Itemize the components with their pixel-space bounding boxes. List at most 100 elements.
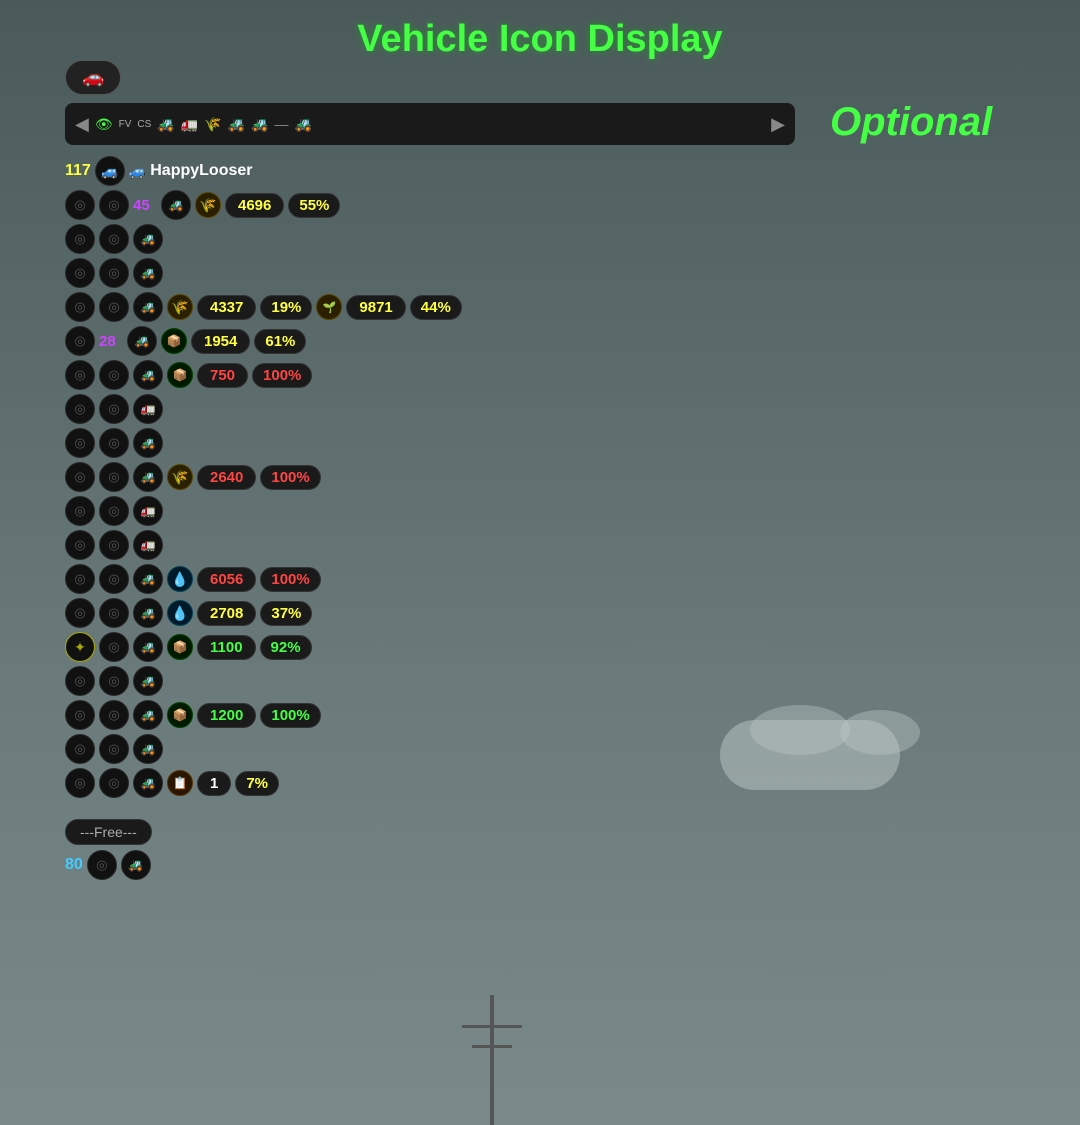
nav-next-arrow[interactable]: ▶ (771, 114, 785, 135)
nav-prev-arrow[interactable]: ◀ (75, 114, 89, 135)
row9-glyph2: ◎ (108, 469, 119, 485)
row3-glyph1: ◎ (74, 265, 85, 281)
row9-value: 2640 (197, 465, 256, 490)
row3-icon1: ◎ (65, 258, 95, 288)
row2-glyph3: 🚜 (141, 232, 156, 246)
row5-icon1: ◎ (65, 326, 95, 356)
row6-res-icon: 📦 (167, 362, 193, 388)
row16-percent: 100% (260, 703, 320, 728)
row10-glyph2: ◎ (108, 503, 119, 519)
row17-icon3: 🚜 (133, 734, 163, 764)
row12-icon1: ◎ (65, 564, 95, 594)
row12-glyph3: 🚜 (141, 572, 156, 586)
row16-glyph1: ◎ (74, 707, 85, 723)
row3-glyph3: 🚜 (141, 266, 156, 280)
vehicle-row-16: ◎ ◎ 🚜 📦 1200 100% (65, 699, 665, 731)
row4-glyph1: ◎ (74, 299, 85, 315)
nav-harvester-icon[interactable]: 🌾 (204, 116, 221, 133)
player-id: 117 (65, 162, 91, 180)
nav-cs-label[interactable]: CS (137, 119, 151, 130)
nav-tractor1-icon[interactable]: 🚜 (157, 116, 174, 133)
row9-icon1: ◎ (65, 462, 95, 492)
row9-glyph3: 🚜 (141, 470, 156, 484)
row15-glyph3: 🚜 (141, 674, 156, 688)
page-title: Vehicle Icon Display (357, 18, 722, 61)
row5-value: 1954 (191, 329, 250, 354)
row6-icon2: ◎ (99, 360, 129, 390)
vehicle-row-11: ◎ ◎ 🚛 (65, 529, 665, 561)
row4-extra-glyph: 🌱 (323, 301, 337, 314)
row17-icon2: ◎ (99, 734, 129, 764)
row18-icon1: ◎ (65, 768, 95, 798)
free-row: 80 ◎ 🚜 (65, 849, 665, 881)
row9-percent: 100% (260, 465, 320, 490)
row1-icon2: ◎ (99, 190, 129, 220)
row1-percent: 55% (288, 193, 340, 218)
row16-icon1: ◎ (65, 700, 95, 730)
row2-icon2: ◎ (99, 224, 129, 254)
row4-extra-percent: 44% (410, 295, 462, 320)
nav-dash-icon: — (275, 116, 289, 132)
player-name: HappyLooser (150, 162, 252, 180)
nav-tractor3-icon[interactable]: 🚜 (251, 116, 268, 133)
vehicle-row-15: ◎ ◎ 🚜 (65, 665, 665, 697)
nav-bar: ◀ 👁 FV CS 🚜 🚛 🌾 🚜 🚜 — 🚜 ▶ (65, 103, 795, 145)
row9-glyph1: ◎ (74, 469, 85, 485)
row15-icon2: ◎ (99, 666, 129, 696)
row6-icon1: ◎ (65, 360, 95, 390)
player-header-row: 117 🚙 🚙 HappyLooser (65, 155, 665, 187)
row12-res-icon: 💧 (167, 566, 193, 592)
row4-glyph3: 🚜 (141, 300, 156, 314)
row18-percent: 7% (235, 771, 279, 796)
row16-icon3: 🚜 (133, 700, 163, 730)
row14-icon3: 🚜 (133, 632, 163, 662)
row9-res-icon: 🌾 (167, 464, 193, 490)
row9-icon2: ◎ (99, 462, 129, 492)
row1-res-icon: 🌾 (195, 192, 221, 218)
row8-glyph3: 🚜 (141, 436, 156, 450)
row16-value: 1200 (197, 703, 256, 728)
vehicle-row-14: ✦ ◎ 🚜 📦 1100 92% (65, 631, 665, 663)
vehicle-row-13: ◎ ◎ 🚜 💧 2708 37% (65, 597, 665, 629)
nav-tractor2-icon[interactable]: 🚜 (228, 116, 245, 133)
nav-truck-icon[interactable]: 🚛 (181, 116, 198, 133)
row17-icon1: ◎ (65, 734, 95, 764)
vehicle-row-8: ◎ ◎ 🚜 (65, 427, 665, 459)
row18-icon3: 🚜 (133, 768, 163, 798)
row8-icon3: 🚜 (133, 428, 163, 458)
nav-eye-icon[interactable]: 👁 (95, 116, 113, 133)
row15-glyph1: ◎ (74, 673, 85, 689)
row10-icon3: 🚛 (133, 496, 163, 526)
free-id: 80 (65, 856, 83, 874)
row4-glyph2: ◎ (108, 299, 119, 315)
row3-icon2: ◎ (99, 258, 129, 288)
row5-res-icon: 📦 (161, 328, 187, 354)
vehicle-row-4: ◎ ◎ 🚜 🌾 4337 19% 🌱 9871 44% (65, 291, 665, 323)
row4-icon1: ◎ (65, 292, 95, 322)
row7-glyph1: ◎ (74, 401, 85, 417)
row3-icon3: 🚜 (133, 258, 163, 288)
row4-icon3: 🚜 (133, 292, 163, 322)
nav-tractor4-icon[interactable]: 🚜 (295, 116, 312, 133)
vehicle-row-9: ◎ ◎ 🚜 🌾 2640 100% (65, 461, 665, 493)
row5-res-glyph: 📦 (167, 334, 182, 348)
free-label: ---Free--- (65, 819, 152, 845)
player-vehicle-icon: 🚙 (95, 156, 125, 186)
row12-icon3: 🚜 (133, 564, 163, 594)
row14-glyph2: ◎ (108, 639, 119, 655)
row4-value: 4337 (197, 295, 256, 320)
row18-value: 1 (197, 771, 231, 796)
player-car-icon: 🚙 (129, 163, 146, 180)
row7-icon2: ◎ (99, 394, 129, 424)
vehicle-icon-button[interactable]: 🚗 (65, 60, 121, 95)
row5-percent: 61% (254, 329, 306, 354)
row1-icon3: 🚜 (161, 190, 191, 220)
antenna-cross2 (472, 1045, 512, 1048)
antenna-cross (462, 1025, 522, 1028)
row13-res-glyph: 💧 (171, 605, 188, 622)
nav-fv-label[interactable]: FV (119, 119, 132, 130)
row18-res-icon: 📋 (167, 770, 193, 796)
row2-glyph1: ◎ (74, 231, 85, 247)
row14-percent: 92% (260, 635, 312, 660)
row18-glyph1: ◎ (74, 775, 85, 791)
